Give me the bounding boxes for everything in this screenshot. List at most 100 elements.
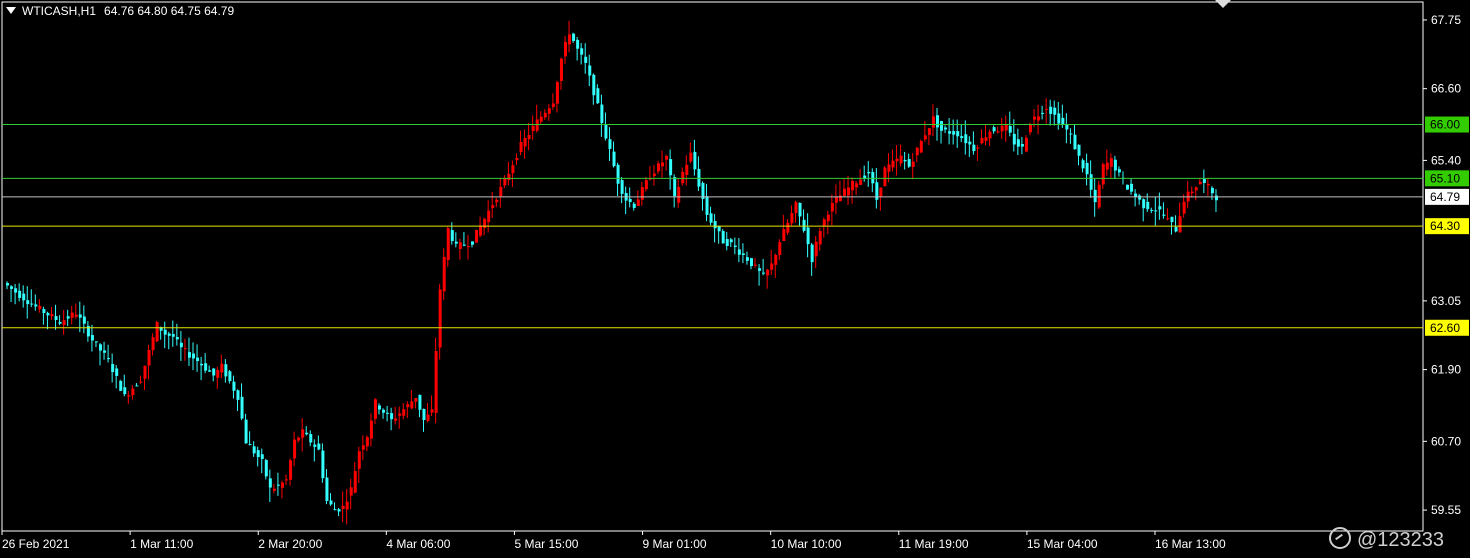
- candle-bear: [725, 239, 729, 247]
- candle-bull: [559, 58, 563, 81]
- candle-bear: [232, 381, 236, 391]
- candle-bear: [806, 227, 810, 245]
- candlestick-chart[interactable]: 67.75 66.60 65.40 63.05 61.90 60.70 59.55 26 Fe…: [0, 0, 1470, 558]
- candle-bear: [935, 115, 939, 128]
- y-tick-label: 60.70: [1431, 434, 1461, 448]
- candle-bull: [503, 178, 507, 186]
- y-tick-label: 67.75: [1431, 13, 1461, 27]
- candle-bear: [454, 241, 458, 244]
- candle-bull: [555, 82, 559, 104]
- candle-bull: [361, 445, 365, 450]
- candle-bear: [871, 172, 875, 184]
- candle-bear: [592, 74, 596, 96]
- candle-bull: [131, 388, 135, 396]
- candle-bear: [248, 444, 252, 446]
- candle-bull: [826, 214, 830, 222]
- candle-bear: [66, 316, 70, 319]
- candle-bear: [960, 136, 964, 139]
- candle-bull: [402, 409, 406, 416]
- candle-bull: [280, 482, 284, 488]
- candle-bull: [652, 173, 656, 176]
- candle-bear: [321, 450, 325, 479]
- candle-bull: [976, 147, 980, 149]
- ohlc-readout: 64.76 64.80 64.75 64.79: [104, 4, 235, 18]
- candle-bull: [301, 429, 305, 438]
- candle-bear: [26, 300, 30, 305]
- candle-bear: [576, 39, 580, 49]
- candle-bear: [1142, 199, 1146, 209]
- candle-bear: [103, 350, 107, 353]
- chart-canvas[interactable]: 67.75 66.60 65.40 63.05 61.90 60.70 59.55 26 Fe…: [0, 0, 1470, 558]
- candle-bear: [260, 454, 264, 460]
- candle-bull: [543, 112, 547, 118]
- chart-header: WTICASH,H1 64.76 64.80 64.75 64.79: [6, 4, 234, 18]
- candle-bear: [90, 335, 94, 341]
- candle-bear: [337, 509, 341, 512]
- candle-bear: [10, 286, 14, 289]
- candle-bull: [1190, 191, 1194, 194]
- candle-bull: [357, 451, 361, 469]
- candle-bear: [964, 134, 968, 144]
- level-label: 64.30: [1430, 219, 1460, 233]
- candle-bull: [830, 202, 834, 212]
- candle-bear: [948, 131, 952, 134]
- candle-bear: [1012, 133, 1016, 145]
- candle-bull: [899, 155, 903, 164]
- candle-bear: [1093, 189, 1097, 203]
- candle-bull: [838, 195, 842, 202]
- candle-bear: [179, 342, 183, 348]
- candle-bear: [82, 316, 86, 324]
- candle-bear: [422, 408, 426, 421]
- candle-bear: [1069, 133, 1073, 135]
- candle-bear: [867, 171, 871, 174]
- candle-bull: [984, 137, 988, 142]
- candle-bull: [466, 246, 470, 248]
- candle-bull: [855, 183, 859, 188]
- candle-bear: [212, 368, 216, 376]
- candle-bear: [612, 151, 616, 167]
- candle-bull: [539, 116, 543, 122]
- candle-bull: [458, 242, 462, 249]
- candle-bear: [907, 159, 911, 167]
- candle-bear: [22, 293, 26, 301]
- candle-bull: [1194, 187, 1198, 191]
- candle-bull: [426, 414, 430, 421]
- candle-bull: [1182, 201, 1186, 214]
- candle-bear: [309, 434, 313, 443]
- candle-bear: [58, 321, 62, 324]
- candle-bear: [952, 131, 956, 135]
- candle-bear: [276, 484, 280, 486]
- candle-bull: [475, 230, 479, 243]
- candle-bull: [491, 205, 495, 208]
- candle-bear: [1008, 126, 1012, 133]
- candle-bull: [151, 337, 155, 351]
- candle-bear: [204, 363, 208, 371]
- candle-bear: [111, 364, 115, 373]
- candle-bull: [794, 202, 798, 214]
- candle-bear: [802, 219, 806, 231]
- candle-bull: [434, 350, 438, 413]
- candle-bear: [256, 450, 260, 458]
- candle-bull: [70, 312, 74, 318]
- candle-bull: [778, 242, 782, 256]
- candle-bull: [406, 404, 410, 408]
- candle-bull: [568, 34, 572, 45]
- candle-bear: [34, 304, 38, 307]
- candle-bear: [600, 104, 604, 124]
- candle-bear: [972, 144, 976, 152]
- menu-triangle-icon[interactable]: [6, 7, 16, 14]
- candle-bull: [297, 437, 301, 441]
- candle-bear: [264, 460, 268, 477]
- candle-bull: [931, 116, 935, 128]
- shift-marker-icon[interactable]: [1215, 0, 1231, 8]
- candle-bull: [531, 125, 535, 132]
- x-tick-label: 10 Mar 10:00: [771, 537, 842, 551]
- candle-bull: [851, 180, 855, 191]
- candle-bull: [681, 171, 685, 184]
- candle-bull: [147, 349, 151, 366]
- candle-bear: [382, 409, 386, 413]
- candle-bear: [325, 477, 329, 501]
- candle-bear: [107, 358, 111, 360]
- candle-bear: [14, 288, 18, 293]
- candle-bear: [1214, 195, 1218, 201]
